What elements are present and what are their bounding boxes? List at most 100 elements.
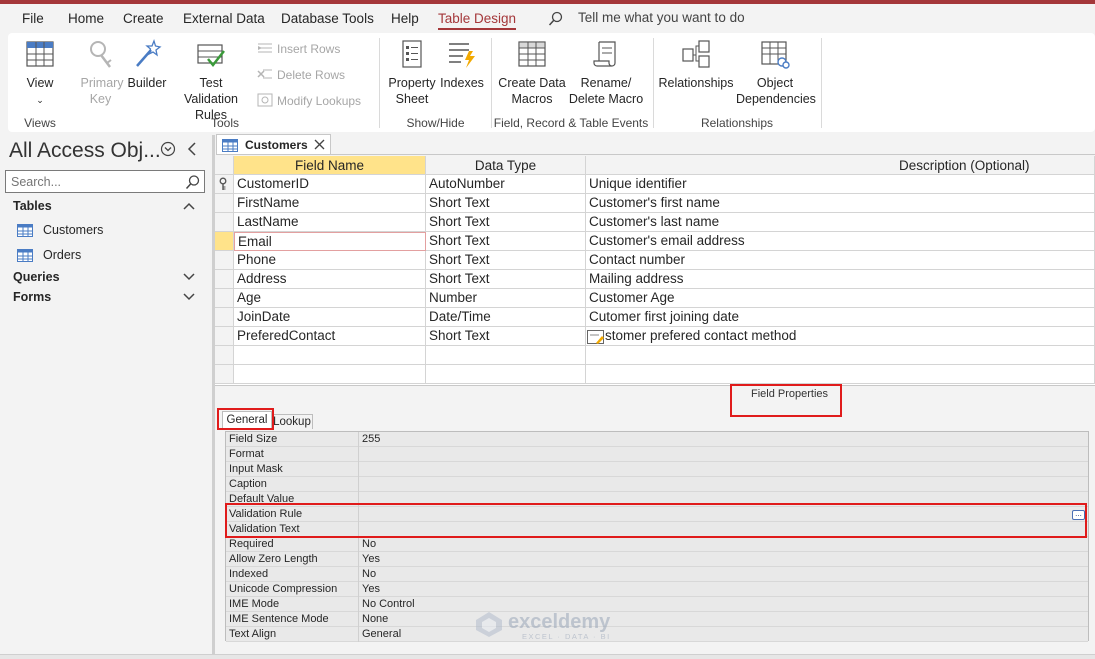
row-selector[interactable] [215, 365, 234, 384]
field-name-cell[interactable]: CustomerID [234, 175, 426, 194]
chevron-down-icon[interactable] [183, 292, 195, 302]
nav-search-input[interactable] [11, 173, 181, 190]
tab-external-data[interactable]: External Data [183, 11, 265, 26]
table-row[interactable]: Phone Short Text Contact number [215, 251, 1095, 270]
tab-file[interactable]: File [22, 11, 44, 26]
property-row[interactable]: Validation Text [226, 522, 1088, 537]
property-value[interactable]: General [362, 627, 401, 642]
nav-pane-title[interactable]: All Access Obj... [9, 139, 161, 163]
description-cell[interactable]: Cutomer first joining date [586, 308, 1095, 327]
tab-general[interactable]: General [222, 411, 272, 428]
table-row[interactable] [215, 346, 1095, 365]
description-cell[interactable]: Customer's last name [586, 213, 1095, 232]
row-selector[interactable] [215, 213, 234, 232]
tab-database-tools[interactable]: Database Tools [281, 11, 374, 26]
data-type-cell[interactable]: Date/Time [426, 308, 586, 327]
test-validation-rules-button[interactable]: Test Validation Rules [171, 39, 251, 123]
data-type-cell[interactable]: AutoNumber [426, 175, 586, 194]
tab-help[interactable]: Help [391, 11, 419, 26]
table-row[interactable]: CustomerID AutoNumber Unique identifier [215, 175, 1095, 194]
document-tab-customers[interactable]: Customers [216, 134, 331, 155]
property-row[interactable]: IME Mode No Control [226, 597, 1088, 612]
tab-home[interactable]: Home [68, 11, 104, 26]
row-selector[interactable] [215, 175, 234, 194]
row-selector[interactable] [215, 327, 234, 346]
property-row[interactable]: Field Size 255 [226, 432, 1088, 447]
tab-table-design[interactable]: Table Design [438, 11, 517, 30]
table-row[interactable] [215, 365, 1095, 384]
property-value[interactable]: 255 [362, 432, 380, 447]
row-selector[interactable] [215, 232, 234, 251]
description-cell[interactable] [586, 346, 1095, 365]
insert-rows-button[interactable]: Insert Rows [257, 41, 367, 57]
field-name-cell[interactable]: FirstName [234, 194, 426, 213]
builder-button[interactable]: Builder [126, 39, 168, 91]
property-row[interactable]: Default Value [226, 492, 1088, 507]
primary-key-button[interactable]: Primary Key [78, 39, 124, 107]
data-type-cell[interactable]: Short Text [426, 251, 586, 270]
data-type-cell[interactable]: Short Text [426, 270, 586, 289]
property-value[interactable]: No [362, 567, 376, 582]
property-row[interactable]: Validation Rule [226, 507, 1088, 522]
description-cell[interactable]: Customer Age [586, 289, 1095, 308]
property-row[interactable]: Text Align General [226, 627, 1088, 642]
property-row[interactable]: Indexed No [226, 567, 1088, 582]
row-selector[interactable] [215, 194, 234, 213]
property-row[interactable]: Required No [226, 537, 1088, 552]
column-header-field-name[interactable]: Field Name [234, 156, 426, 175]
nav-section-tables[interactable]: Tables [13, 199, 52, 213]
description-cell[interactable]: stomer prefered contact method [586, 327, 1095, 346]
chevron-down-icon[interactable] [183, 272, 195, 282]
data-type-cell[interactable]: Short Text [426, 194, 586, 213]
table-row[interactable]: Age Number Customer Age [215, 289, 1095, 308]
property-row[interactable]: Input Mask [226, 462, 1088, 477]
table-row[interactable]: Email Short Text Customer's email address [215, 232, 1095, 251]
data-type-cell[interactable]: Number [426, 289, 586, 308]
column-header-data-type[interactable]: Data Type [426, 156, 586, 175]
description-cell[interactable]: Customer's email address [586, 232, 1095, 251]
data-type-cell[interactable] [426, 365, 586, 384]
row-selector[interactable] [215, 308, 234, 327]
description-cell[interactable]: Mailing address [586, 270, 1095, 289]
description-cell[interactable]: Unique identifier [586, 175, 1095, 194]
nav-menu-chevron-icon[interactable] [160, 141, 176, 157]
data-type-cell[interactable]: Short Text [426, 327, 586, 346]
view-button[interactable]: View ⌄ [20, 39, 60, 108]
property-value[interactable]: No [362, 537, 376, 552]
field-name-cell[interactable]: Phone [234, 251, 426, 270]
nav-section-queries[interactable]: Queries [13, 270, 60, 284]
nav-search-box[interactable] [5, 170, 205, 193]
rename-delete-macro-button[interactable]: Rename/ Delete Macro [568, 39, 644, 107]
data-type-cell[interactable]: Short Text [426, 232, 586, 251]
table-row[interactable]: LastName Short Text Customer's last name [215, 213, 1095, 232]
collapse-pane-icon[interactable] [186, 142, 198, 156]
field-name-cell[interactable]: LastName [234, 213, 426, 232]
modify-lookups-button[interactable]: Modify Lookups [257, 93, 377, 109]
field-name-cell[interactable]: JoinDate [234, 308, 426, 327]
field-name-cell[interactable] [234, 365, 426, 384]
nav-section-forms[interactable]: Forms [13, 290, 51, 304]
field-name-cell[interactable] [234, 346, 426, 365]
description-cell[interactable]: Customer's first name [586, 194, 1095, 213]
relationships-button[interactable]: Relationships [658, 39, 734, 91]
row-selector[interactable] [215, 289, 234, 308]
delete-rows-button[interactable]: Delete Rows [257, 67, 367, 83]
smart-tag-icon[interactable] [587, 330, 605, 345]
property-row[interactable]: IME Sentence Mode None [226, 612, 1088, 627]
chevron-up-icon[interactable] [183, 201, 195, 211]
table-row[interactable]: FirstName Short Text Customer's first name [215, 194, 1095, 213]
create-data-macros-button[interactable]: Create Data Macros [498, 39, 566, 107]
nav-item-customers[interactable]: Customers [17, 223, 137, 239]
row-selector[interactable] [215, 270, 234, 289]
table-row[interactable]: PreferedContact Short Text stomer prefered… [215, 327, 1095, 346]
row-selector[interactable] [215, 251, 234, 270]
data-type-cell[interactable] [426, 346, 586, 365]
data-type-cell[interactable]: Short Text [426, 213, 586, 232]
field-name-cell[interactable]: Email [234, 232, 426, 251]
indexes-button[interactable]: Indexes [440, 39, 484, 91]
field-name-cell[interactable]: Address [234, 270, 426, 289]
property-row[interactable]: Format [226, 447, 1088, 462]
object-dependencies-button[interactable]: Object Dependencies [736, 39, 816, 107]
search-icon[interactable] [185, 174, 201, 190]
property-value[interactable]: No Control [362, 597, 415, 612]
